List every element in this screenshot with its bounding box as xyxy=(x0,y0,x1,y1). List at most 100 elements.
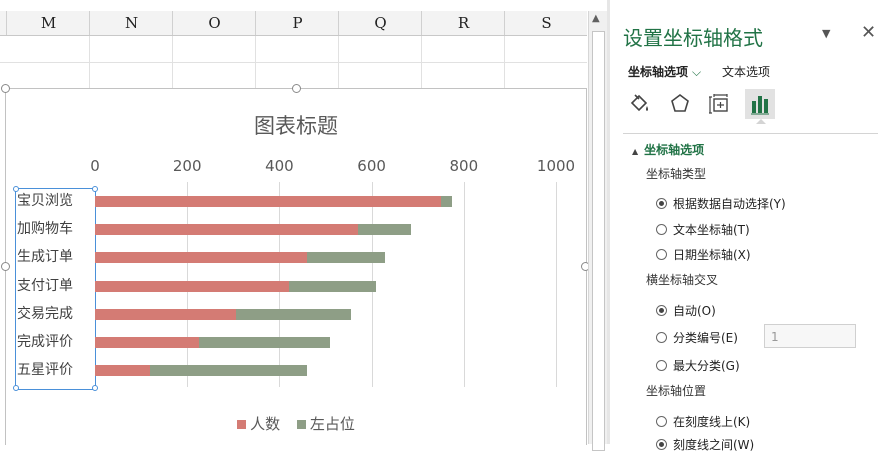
gridline xyxy=(463,182,465,387)
legend-item-series-0[interactable]: 人数 xyxy=(237,413,280,434)
tab-text-options[interactable]: 文本选项 xyxy=(722,63,770,80)
axis-options-bar-chart-icon[interactable] xyxy=(745,89,775,119)
scroll-thumb[interactable] xyxy=(592,31,605,451)
category-label: 五星评价 xyxy=(17,362,73,379)
radio-cross-max-category[interactable]: 最大分类(G) xyxy=(656,357,740,374)
option-label: 文本坐标轴(T) xyxy=(673,223,750,237)
radio-icon[interactable] xyxy=(656,224,667,235)
resize-handle[interactable] xyxy=(92,385,98,391)
legend-swatch xyxy=(296,420,306,429)
pane-options-chevron-icon[interactable]: ▼ xyxy=(822,27,830,40)
column-header-o[interactable]: O xyxy=(172,11,256,35)
resize-handle[interactable] xyxy=(92,186,98,192)
format-axis-pane: 设置坐标轴格式 ▼ ✕ 坐标轴选项 ⌵ 文本选项 ▲ 坐标轴选项 坐标轴类型 根据数… xyxy=(610,0,890,452)
axis-type-label: 坐标轴类型 xyxy=(646,167,707,181)
chart-title[interactable]: 图表标题 xyxy=(6,110,586,140)
x-tick-label: 600 xyxy=(357,157,386,175)
radio-selected-icon[interactable] xyxy=(656,305,667,316)
effects-pentagon-icon[interactable] xyxy=(665,89,695,119)
column-header-n[interactable]: N xyxy=(89,11,173,35)
bar-series-0[interactable] xyxy=(95,224,358,236)
radio-selected-icon[interactable] xyxy=(656,439,667,450)
radio-selected-icon[interactable] xyxy=(656,198,667,209)
option-label: 分类编号(E) xyxy=(673,331,738,345)
grid-line xyxy=(0,62,587,63)
option-label: 刻度线之间(W) xyxy=(673,438,755,452)
section-axis-options[interactable]: ▲ 坐标轴选项 xyxy=(632,141,704,158)
legend-swatch xyxy=(237,420,247,429)
gridline xyxy=(556,182,557,387)
bar-series-0[interactable] xyxy=(95,308,236,320)
pane-separator xyxy=(623,133,878,134)
column-header-q[interactable]: Q xyxy=(338,11,422,35)
bar-series-1[interactable] xyxy=(288,280,377,292)
category-label: 支付订单 xyxy=(17,277,73,294)
category-label: 宝贝浏览 xyxy=(17,193,73,209)
radio-position-between-tick[interactable]: 刻度线之间(W) xyxy=(656,436,754,453)
tab-label: 坐标轴选项 xyxy=(628,65,689,79)
bar-series-0[interactable] xyxy=(95,196,441,207)
option-label: 自动(O) xyxy=(673,304,716,318)
x-tick-label: 200 xyxy=(172,157,202,175)
option-label: 在刻度线上(K) xyxy=(673,415,751,429)
category-label: 交易完成 xyxy=(17,305,73,322)
legend-label: 人数 xyxy=(250,415,281,433)
radio-axis-text[interactable]: 文本坐标轴(T) xyxy=(656,221,750,238)
radio-icon[interactable] xyxy=(656,360,667,371)
bar-series-0[interactable] xyxy=(95,337,199,348)
column-header-r[interactable]: R xyxy=(421,11,505,35)
radio-axis-auto[interactable]: 根据数据自动选择(Y) xyxy=(656,195,786,212)
option-label: 根据数据自动选择(Y) xyxy=(673,197,786,211)
x-tick-label: 400 xyxy=(265,157,294,175)
bar-series-1[interactable] xyxy=(235,308,351,320)
radio-axis-date[interactable]: 日期坐标轴(X) xyxy=(656,246,751,263)
column-header-bar: M N O P Q R S xyxy=(0,11,587,36)
legend-item-series-1[interactable]: 左占位 xyxy=(296,413,355,434)
option-label: 日期坐标轴(X) xyxy=(673,248,751,262)
column-header-p[interactable]: P xyxy=(255,11,339,35)
pane-title: 设置坐标轴格式 xyxy=(623,26,763,50)
category-number-input[interactable]: 1 xyxy=(764,324,856,348)
chart-area[interactable]: 图表标题 人数 左占位 0 200 400 600 800 1000 宝贝浏览 加购物车 生成订… xyxy=(5,88,587,445)
chart-resize-handle[interactable] xyxy=(292,84,301,93)
bar-series-1[interactable] xyxy=(307,252,386,264)
column-header-m[interactable]: M xyxy=(6,11,90,35)
column-header-s[interactable]: S xyxy=(504,11,588,35)
category-label: 生成订单 xyxy=(17,249,73,266)
bar-series-1[interactable] xyxy=(198,337,331,348)
radio-cross-auto[interactable]: 自动(O) xyxy=(656,302,716,319)
radio-cross-category-number[interactable]: 分类编号(E) xyxy=(656,329,738,346)
radio-icon[interactable] xyxy=(656,416,667,427)
fill-line-icon[interactable] xyxy=(625,89,655,119)
chevron-down-icon: ⌵ xyxy=(692,65,702,79)
radio-position-on-tick[interactable]: 在刻度线上(K) xyxy=(656,413,750,430)
scroll-up-icon[interactable]: ▲ xyxy=(592,13,600,24)
chart-legend[interactable]: 人数 左占位 xyxy=(6,413,586,434)
bar-series-1[interactable] xyxy=(150,365,308,377)
bar-series-0[interactable] xyxy=(95,365,151,377)
option-label: 最大分类(G) xyxy=(673,359,740,373)
chart-resize-handle[interactable] xyxy=(1,262,10,271)
radio-icon[interactable] xyxy=(656,332,667,343)
bar-series-1[interactable] xyxy=(357,224,411,236)
tab-axis-options[interactable]: 坐标轴选项 ⌵ xyxy=(628,63,701,80)
axis-position-label: 坐标轴位置 xyxy=(646,384,707,398)
x-tick-label: 1000 xyxy=(536,157,576,175)
radio-icon[interactable] xyxy=(656,249,667,260)
category-label: 完成评价 xyxy=(17,334,73,350)
cross-label: 横坐标轴交叉 xyxy=(646,273,719,287)
section-label: 坐标轴选项 xyxy=(644,143,705,157)
close-icon[interactable]: ✕ xyxy=(861,22,876,43)
resize-handle[interactable] xyxy=(13,385,19,391)
bar-series-0[interactable] xyxy=(95,252,308,264)
vertical-scrollbar[interactable]: ▲ xyxy=(588,11,607,451)
chart-resize-handle[interactable] xyxy=(1,84,10,93)
bar-series-0[interactable] xyxy=(95,280,289,292)
legend-label: 左占位 xyxy=(309,415,355,433)
size-properties-icon[interactable] xyxy=(705,89,735,119)
selected-tab-pointer xyxy=(756,119,766,124)
bar-series-1[interactable] xyxy=(440,196,453,207)
collapse-triangle-icon: ▲ xyxy=(632,147,639,156)
category-label: 加购物车 xyxy=(17,221,73,238)
x-tick-label: 0 xyxy=(90,157,100,175)
